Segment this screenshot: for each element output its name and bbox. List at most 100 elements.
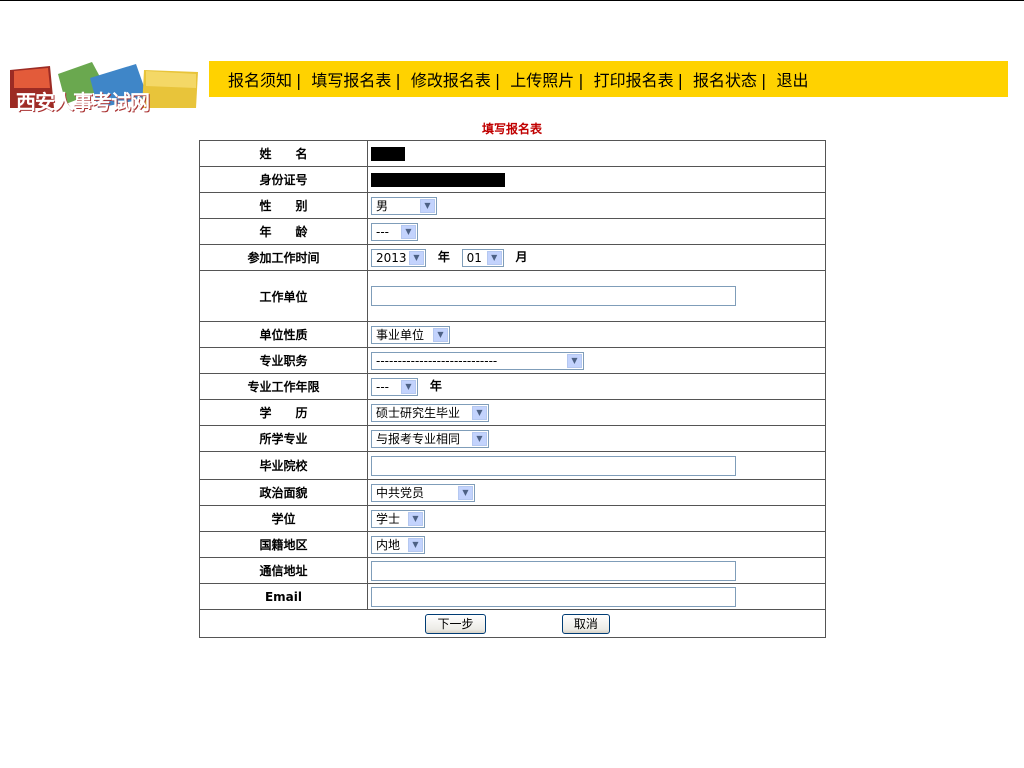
chevron-down-icon: ▼ <box>486 250 502 265</box>
chevron-down-icon: ▼ <box>458 485 473 500</box>
label-years-in-profession: 专业工作年限 <box>199 373 368 400</box>
nav-link-upload-photo[interactable]: 上传照片 <box>510 71 574 90</box>
label-address: 通信地址 <box>199 557 368 584</box>
label-professional-title: 专业职务 <box>199 347 368 374</box>
work-year-select[interactable]: 2013 ▼ <box>371 248 426 267</box>
nav-item-registration-notice: 报名须知 | <box>228 67 311 91</box>
degree-select[interactable]: 学士 ▼ <box>371 509 425 528</box>
nav-link-fill-form[interactable]: 填写报名表 <box>311 71 391 90</box>
registration-form: 姓 名 身份证号 性 别 男 ▼ 年 龄 --- ▼ 参加工作时间 2013 ▼ 年 … <box>199 140 826 638</box>
employer-input[interactable] <box>371 286 736 306</box>
chevron-down-icon: ▼ <box>420 198 435 213</box>
work-month-select[interactable]: 01 ▼ <box>461 248 504 267</box>
row-professional-title: 专业职务 ---------------------------- ▼ <box>199 347 826 374</box>
nav-item-upload-photo: 上传照片 | <box>510 67 593 91</box>
label-degree: 学位 <box>199 505 368 532</box>
label-major: 所学专业 <box>199 425 368 452</box>
top-nav-bar: 报名须知 | 填写报名表 | 修改报名表 | 上传照片 | 打印报名表 | 报名状态 | 退… <box>209 61 1008 97</box>
age-value: --- <box>376 224 389 239</box>
nav-item-print-form: 打印报名表 | <box>594 67 693 91</box>
years-in-profession-select[interactable]: --- ▼ <box>371 377 418 396</box>
education-select[interactable]: 硕士研究生毕业 ▼ <box>371 403 489 422</box>
nav-separator: | <box>395 71 401 90</box>
row-id-number: 身份证号 <box>199 166 826 193</box>
nationality-region-value: 内地 <box>376 538 401 552</box>
row-nationality-region: 国籍地区 内地 ▼ <box>199 531 826 558</box>
political-status-select[interactable]: 中共党员 ▼ <box>371 483 475 502</box>
next-button[interactable]: 下一步 <box>425 613 486 634</box>
year-unit: 年 <box>437 250 450 265</box>
nav-item-fill-form: 填写报名表 | <box>311 67 410 91</box>
employer-type-select[interactable]: 事业单位 ▼ <box>371 325 450 344</box>
chevron-down-icon: ▼ <box>472 405 487 420</box>
site-logo[interactable]: 西安人事考试网 <box>10 58 200 114</box>
label-name: 姓 名 <box>199 140 368 167</box>
label-school: 毕业院校 <box>199 451 368 480</box>
row-work-start: 参加工作时间 2013 ▼ 年 01 ▼ 月 <box>199 244 826 271</box>
nav-link-print-form[interactable]: 打印报名表 <box>594 71 674 90</box>
chevron-down-icon: ▼ <box>401 379 416 394</box>
redacted-id-number <box>371 172 505 187</box>
label-political-status: 政治面貌 <box>199 479 368 506</box>
label-work-start: 参加工作时间 <box>199 244 368 271</box>
email-input[interactable] <box>371 586 736 607</box>
label-id-number: 身份证号 <box>199 166 368 193</box>
age-select[interactable]: --- ▼ <box>371 222 418 241</box>
political-status-value: 中共党员 <box>376 486 425 500</box>
nav-link-registration-notice[interactable]: 报名须知 <box>228 71 292 90</box>
address-input[interactable] <box>371 560 736 581</box>
row-political-status: 政治面貌 中共党员 ▼ <box>199 479 826 506</box>
top-nav: 报名须知 | 填写报名表 | 修改报名表 | 上传照片 | 打印报名表 | 报名状态 | 退… <box>209 61 1008 97</box>
work-year-value: 2013 <box>376 250 407 265</box>
school-input[interactable] <box>371 455 736 476</box>
row-name: 姓 名 <box>199 140 826 167</box>
label-employer-type: 单位性质 <box>199 321 368 348</box>
nav-separator: | <box>578 71 584 90</box>
row-age: 年 龄 --- ▼ <box>199 218 826 245</box>
row-gender: 性 别 男 ▼ <box>199 192 826 219</box>
chevron-down-icon: ▼ <box>567 353 582 368</box>
label-gender: 性 别 <box>199 192 368 219</box>
chevron-down-icon: ▼ <box>408 537 423 552</box>
gender-select[interactable]: 男 ▼ <box>371 196 437 215</box>
nav-separator: | <box>494 71 501 90</box>
nav-link-logout[interactable]: 退出 <box>776 71 808 90</box>
nav-item-edit-form: 修改报名表 | <box>411 67 510 91</box>
years-unit: 年 <box>429 379 442 394</box>
row-education: 学 历 硕士研究生毕业 ▼ <box>199 399 826 426</box>
chevron-down-icon: ▼ <box>408 511 423 526</box>
logo-text: 西安人事考试网 <box>16 90 150 114</box>
row-email: Email <box>199 583 826 610</box>
professional-title-select[interactable]: ---------------------------- ▼ <box>371 351 584 370</box>
nav-link-edit-form[interactable]: 修改报名表 <box>411 71 491 90</box>
label-employer: 工作单位 <box>199 270 368 322</box>
education-value: 硕士研究生毕业 <box>376 406 461 420</box>
row-employer-type: 单位性质 事业单位 ▼ <box>199 321 826 348</box>
nav-link-status[interactable]: 报名状态 <box>693 71 757 90</box>
chevron-down-icon: ▼ <box>472 431 487 446</box>
professional-title-value: ---------------------------- <box>376 353 498 368</box>
chevron-down-icon: ▼ <box>409 250 424 265</box>
row-employer: 工作单位 <box>199 270 826 322</box>
month-unit: 月 <box>515 250 528 265</box>
row-school: 毕业院校 <box>199 451 826 480</box>
cancel-button[interactable]: 取消 <box>561 613 610 634</box>
employer-type-value: 事业单位 <box>376 328 425 342</box>
nav-separator: | <box>761 71 767 90</box>
gender-value: 男 <box>376 199 389 213</box>
nationality-region-select[interactable]: 内地 ▼ <box>371 535 425 554</box>
nav-item-status: 报名状态 | <box>693 67 776 91</box>
form-title: 填写报名表 <box>481 122 542 136</box>
label-nationality-region: 国籍地区 <box>199 531 368 558</box>
chevron-down-icon: ▼ <box>433 327 448 342</box>
chevron-down-icon: ▼ <box>401 224 416 239</box>
major-select[interactable]: 与报考专业相同 ▼ <box>371 429 489 448</box>
major-value: 与报考专业相同 <box>376 432 461 446</box>
row-address: 通信地址 <box>199 557 826 584</box>
degree-value: 学士 <box>376 512 401 526</box>
work-month-value: 01 <box>466 250 482 265</box>
row-major: 所学专业 与报考专业相同 ▼ <box>199 425 826 452</box>
nav-item-logout: 退出 <box>776 67 808 91</box>
nav-separator: | <box>296 71 302 90</box>
row-buttons: 下一步 取消 <box>199 609 826 638</box>
